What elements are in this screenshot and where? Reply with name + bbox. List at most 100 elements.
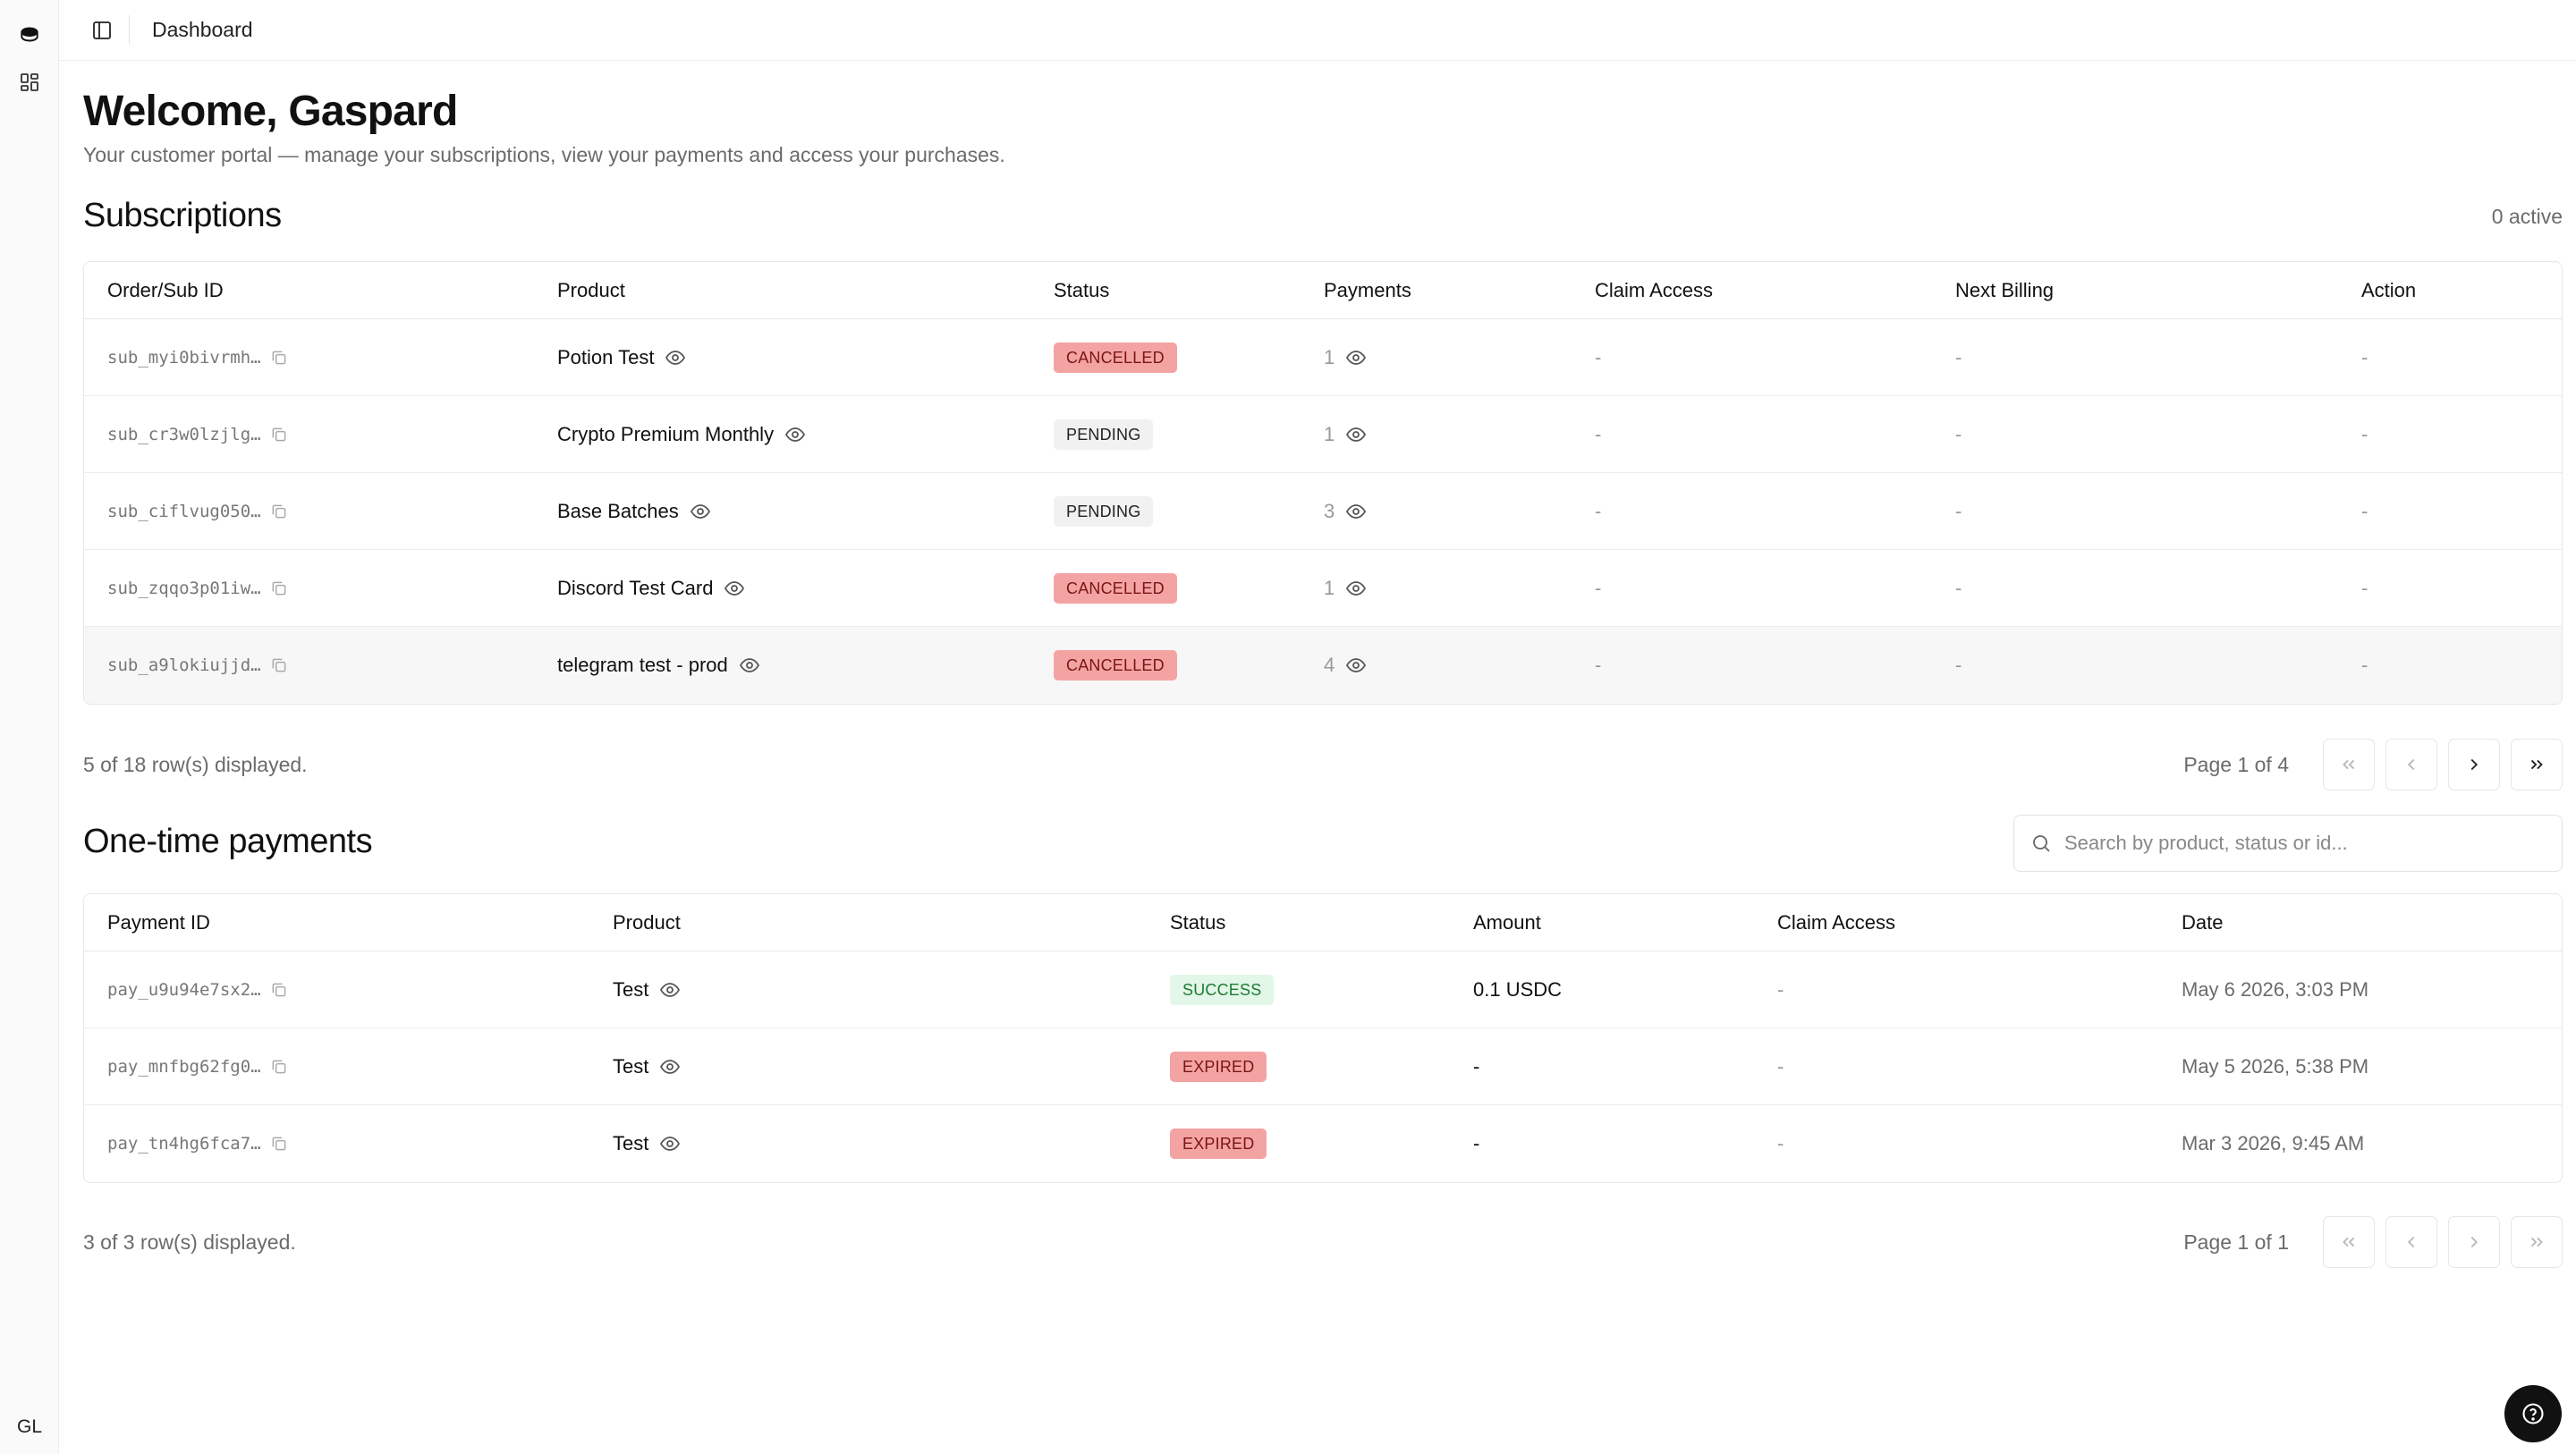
copy-icon[interactable] bbox=[270, 981, 288, 999]
payment-id: pay_u9u94e7sx2… bbox=[107, 980, 261, 1000]
eye-icon[interactable] bbox=[665, 347, 686, 368]
table-row[interactable]: sub_a9lokiujjd… telegram test - prod CAN… bbox=[84, 627, 2562, 704]
table-row[interactable]: pay_tn4hg6fca7… Test EXPIRED - - Mar 3 2… bbox=[84, 1105, 2562, 1182]
claim-access: - bbox=[1595, 654, 1602, 676]
chevrons-right-icon bbox=[2530, 1237, 2543, 1247]
subscriptions-row-count: 5 of 18 row(s) displayed. bbox=[83, 753, 308, 776]
row-action: - bbox=[2361, 577, 2368, 599]
payment-id: pay_tn4hg6fca7… bbox=[107, 1134, 261, 1154]
next-page-button[interactable] bbox=[2448, 1216, 2500, 1268]
claim-access: - bbox=[1777, 1132, 1784, 1154]
eye-icon[interactable] bbox=[1345, 578, 1367, 599]
payments-count: 1 bbox=[1324, 346, 1335, 368]
help-button[interactable] bbox=[2504, 1385, 2562, 1442]
payments-search[interactable] bbox=[2013, 815, 2563, 872]
table-row[interactable]: pay_u9u94e7sx2… Test SUCCESS 0.1 USDC - … bbox=[84, 951, 2562, 1028]
status-badge: PENDING bbox=[1054, 496, 1154, 527]
copy-icon[interactable] bbox=[270, 426, 288, 444]
active-count: 0 active bbox=[2491, 205, 2563, 228]
table-row[interactable]: sub_zqqo3p01iw… Discord Test Card CANCEL… bbox=[84, 550, 2562, 627]
copy-icon[interactable] bbox=[270, 503, 288, 520]
table-row[interactable]: sub_ciflvug050… Base Batches PENDING 3 -… bbox=[84, 473, 2562, 550]
copy-icon[interactable] bbox=[270, 1135, 288, 1153]
payments-count: 1 bbox=[1324, 577, 1335, 599]
payments-count: 3 bbox=[1324, 500, 1335, 522]
copy-icon[interactable] bbox=[270, 656, 288, 674]
row-action: - bbox=[2361, 423, 2368, 445]
subscription-id: sub_zqqo3p01iw… bbox=[107, 579, 261, 598]
payment-amount: - bbox=[1473, 1055, 1480, 1078]
column-header: Date bbox=[2182, 911, 2224, 934]
payments-row-count: 3 of 3 row(s) displayed. bbox=[83, 1230, 296, 1254]
column-header: Action bbox=[2361, 279, 2417, 301]
prev-page-button[interactable] bbox=[2385, 1216, 2437, 1268]
payment-date: Mar 3 2026, 9:45 AM bbox=[2182, 1132, 2365, 1154]
next-billing: - bbox=[1955, 500, 1962, 522]
prev-page-button[interactable] bbox=[2385, 739, 2437, 790]
product-name: Base Batches bbox=[557, 500, 679, 522]
eye-icon[interactable] bbox=[659, 979, 681, 1001]
copy-icon[interactable] bbox=[270, 1058, 288, 1076]
last-page-button[interactable] bbox=[2511, 1216, 2563, 1268]
app-logo-icon[interactable] bbox=[11, 16, 48, 54]
eye-icon[interactable] bbox=[659, 1056, 681, 1078]
user-avatar-initials[interactable]: GL bbox=[9, 1416, 50, 1438]
chevrons-right-icon bbox=[2530, 759, 2543, 770]
sidebar-toggle-button[interactable] bbox=[84, 13, 120, 48]
subscriptions-title: Subscriptions bbox=[83, 197, 282, 234]
subscriptions-pagination: Page 1 of 4 bbox=[2183, 739, 2563, 790]
search-icon bbox=[2033, 835, 2050, 852]
topbar-divider bbox=[129, 15, 130, 44]
breadcrumb[interactable]: Dashboard bbox=[152, 15, 253, 44]
table-row[interactable]: sub_cr3w0lzjlg… Crypto Premium Monthly P… bbox=[84, 396, 2562, 473]
eye-icon[interactable] bbox=[1345, 655, 1367, 676]
subscription-id: sub_myi0bivrmh… bbox=[107, 348, 261, 368]
table-header: Order/Sub ID Product Status Payments Cla… bbox=[84, 262, 2562, 319]
eye-icon[interactable] bbox=[1345, 347, 1367, 368]
first-page-button[interactable] bbox=[2323, 1216, 2375, 1268]
column-header: Payment ID bbox=[107, 911, 210, 934]
dashboard-grid-icon[interactable] bbox=[11, 63, 48, 101]
status-badge: CANCELLED bbox=[1054, 650, 1177, 681]
column-header: Claim Access bbox=[1595, 279, 1714, 301]
status-badge: SUCCESS bbox=[1170, 975, 1275, 1005]
page-title: Welcome, Gaspard bbox=[83, 88, 458, 135]
eye-icon[interactable] bbox=[1345, 424, 1367, 445]
column-header: Product bbox=[613, 911, 681, 934]
status-badge: EXPIRED bbox=[1170, 1129, 1267, 1159]
row-action: - bbox=[2361, 654, 2368, 676]
payment-id: pay_mnfbg62fg0… bbox=[107, 1057, 261, 1077]
page-indicator: Page 1 of 1 bbox=[2183, 1230, 2289, 1254]
chevron-right-icon bbox=[2470, 1236, 2479, 1248]
payments-table: Payment ID Product Status Amount Claim A… bbox=[83, 893, 2563, 1183]
top-bar: Dashboard bbox=[59, 0, 2576, 61]
copy-icon[interactable] bbox=[270, 349, 288, 367]
claim-access: - bbox=[1777, 978, 1784, 1001]
table-header: Payment ID Product Status Amount Claim A… bbox=[84, 894, 2562, 951]
first-page-button[interactable] bbox=[2323, 739, 2375, 790]
eye-icon[interactable] bbox=[690, 501, 711, 522]
product-name: Potion Test bbox=[557, 346, 655, 368]
chevrons-left-icon bbox=[2343, 1237, 2355, 1247]
subscription-id: sub_ciflvug050… bbox=[107, 502, 261, 521]
column-header: Status bbox=[1054, 279, 1110, 301]
eye-icon[interactable] bbox=[1345, 501, 1367, 522]
search-input[interactable] bbox=[2064, 832, 2547, 855]
claim-access: - bbox=[1595, 346, 1602, 368]
subscription-id: sub_a9lokiujjd… bbox=[107, 655, 261, 675]
table-row[interactable]: sub_myi0bivrmh… Potion Test CANCELLED 1 … bbox=[84, 319, 2562, 396]
eye-icon[interactable] bbox=[659, 1133, 681, 1154]
status-badge: CANCELLED bbox=[1054, 573, 1177, 604]
next-page-button[interactable] bbox=[2448, 739, 2500, 790]
chevron-left-icon bbox=[2407, 1236, 2415, 1248]
eye-icon[interactable] bbox=[739, 655, 760, 676]
table-row[interactable]: pay_mnfbg62fg0… Test EXPIRED - - May 5 2… bbox=[84, 1028, 2562, 1105]
copy-icon[interactable] bbox=[270, 579, 288, 597]
eye-icon[interactable] bbox=[784, 424, 806, 445]
chevron-left-icon bbox=[2407, 758, 2415, 771]
column-header: Next Billing bbox=[1955, 279, 2055, 301]
eye-icon[interactable] bbox=[724, 578, 745, 599]
payment-amount: 0.1 USDC bbox=[1473, 978, 1563, 1001]
last-page-button[interactable] bbox=[2511, 739, 2563, 790]
payments-pagination: Page 1 of 1 bbox=[2183, 1216, 2563, 1268]
